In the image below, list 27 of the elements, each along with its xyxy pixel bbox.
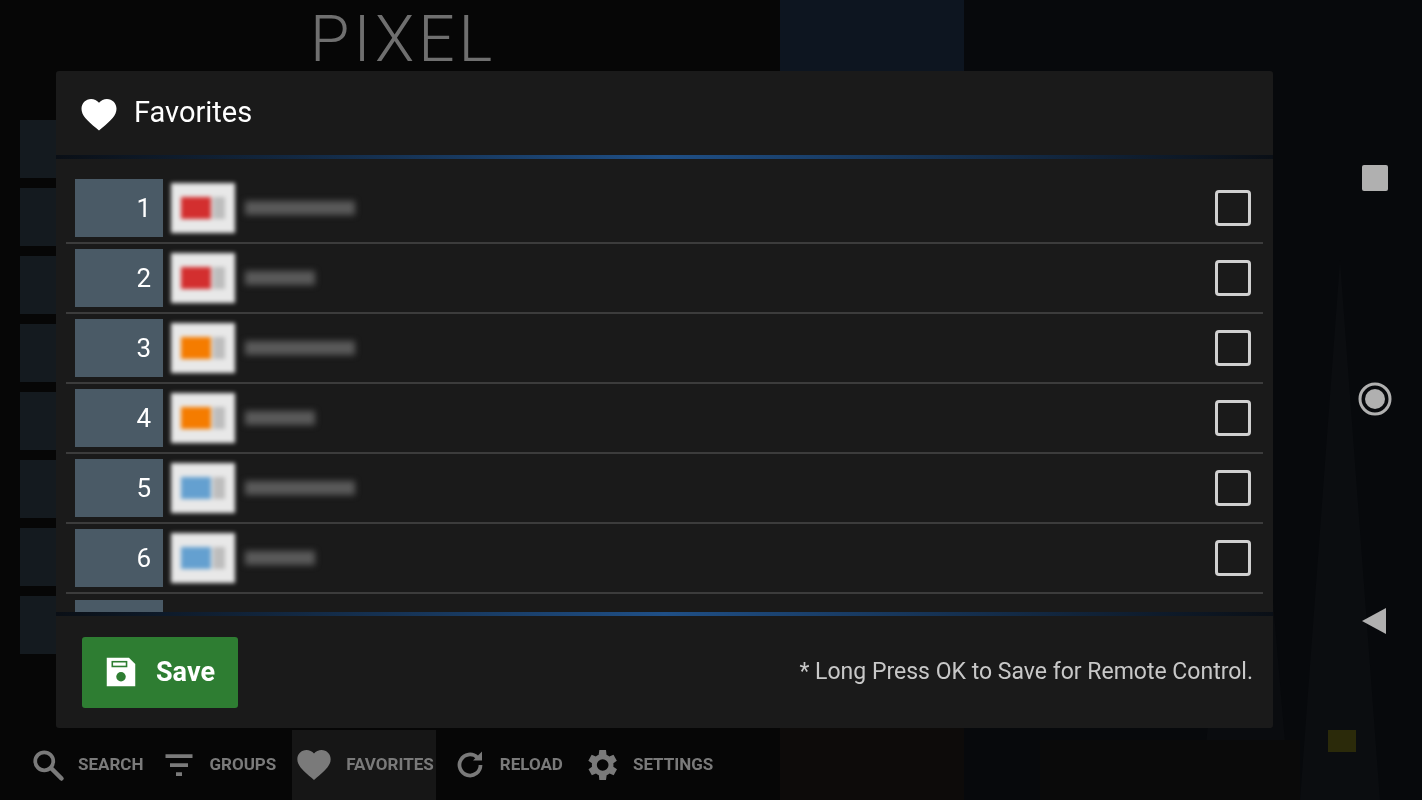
save-button[interactable]: Save xyxy=(82,636,238,708)
nav-tab[interactable]: FAVORITES xyxy=(292,730,436,800)
favorite-checkbox[interactable] xyxy=(1215,470,1251,506)
favorite-checkbox[interactable] xyxy=(1215,260,1251,296)
dialog-title: Favorites xyxy=(134,94,253,132)
app-logo: PIXEL xyxy=(310,8,497,72)
channel-number: 1 xyxy=(75,179,163,237)
hint-text: * Long Press OK to Save for Remote Control. xyxy=(799,656,1253,687)
nav-tab[interactable]: SETTINGS xyxy=(578,730,716,800)
blurred-label-drawing xyxy=(245,271,315,285)
channel-number: 2 xyxy=(75,249,163,307)
channel-number: 4 xyxy=(75,389,163,447)
favorite-checkbox[interactable] xyxy=(1215,540,1251,576)
favorite-checkbox[interactable] xyxy=(1215,190,1251,226)
nav-tab[interactable]: SEARCH xyxy=(28,730,146,800)
channel-number: 6 xyxy=(75,529,163,587)
triangle-icon[interactable] xyxy=(1362,607,1388,635)
channel-number: 5 xyxy=(75,459,163,517)
circle-icon[interactable] xyxy=(1358,382,1392,416)
nav-tab[interactable]: GROUPS xyxy=(159,730,279,800)
favorite-checkbox[interactable] xyxy=(1215,330,1251,366)
channel-number: 3 xyxy=(75,319,163,377)
blurred-label-drawing xyxy=(245,551,315,565)
search-icon xyxy=(30,747,66,783)
favorite-checkbox[interactable] xyxy=(1215,400,1251,436)
blurred-label-drawing xyxy=(245,411,315,425)
nav-tab[interactable]: RELOAD xyxy=(449,730,565,800)
